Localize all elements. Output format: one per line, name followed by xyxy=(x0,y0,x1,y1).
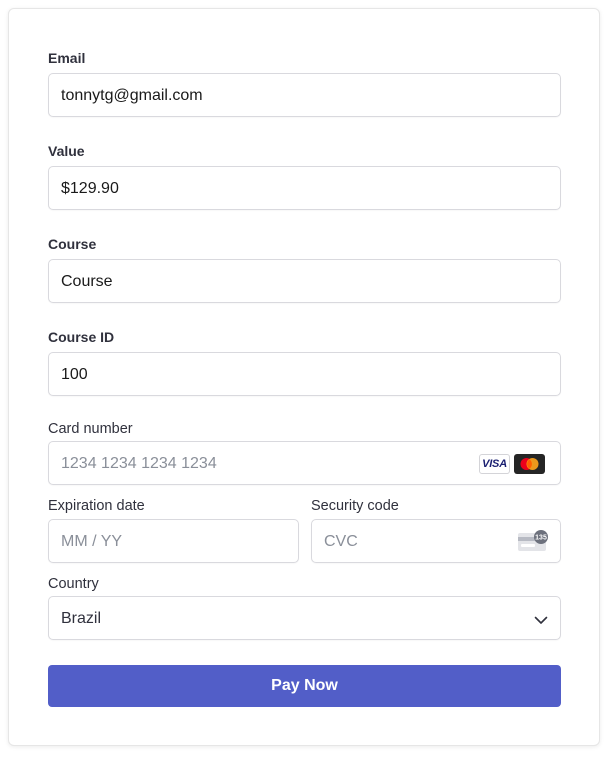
course-id-field[interactable]: 100 xyxy=(48,352,561,396)
course-value: Course xyxy=(61,273,113,290)
chevron-svg xyxy=(534,616,548,624)
email-field[interactable]: tonnytg@gmail.com xyxy=(48,73,561,117)
cvc-card-icon: 135 xyxy=(517,530,549,552)
course-field[interactable]: Course xyxy=(48,259,561,303)
security-code-placeholder: CVC xyxy=(324,533,358,550)
cvc-icon-text: 135 xyxy=(535,535,547,542)
expiration-field[interactable]: MM / YY xyxy=(48,519,299,563)
expiration-label: Expiration date xyxy=(48,498,145,514)
country-select[interactable]: Brazil xyxy=(48,596,561,640)
visa-icon: VISA xyxy=(479,454,510,474)
mastercard-icon xyxy=(514,454,545,474)
card-number-placeholder: 1234 1234 1234 1234 xyxy=(61,455,217,472)
course-id-value: 100 xyxy=(61,366,88,383)
visa-text: VISA xyxy=(482,458,507,470)
value-field[interactable]: $129.90 xyxy=(48,166,561,210)
email-value: tonnytg@gmail.com xyxy=(61,87,203,104)
value-label: Value xyxy=(48,143,85,159)
card-number-label: Card number xyxy=(48,421,133,437)
course-label: Course xyxy=(48,236,97,252)
chevron-down-icon[interactable] xyxy=(534,612,548,624)
cvc-card-svg: 135 xyxy=(518,530,548,551)
country-label: Country xyxy=(48,576,99,592)
pay-now-button[interactable]: Pay Now xyxy=(48,665,561,707)
mastercard-circles xyxy=(520,458,539,470)
value-value: $129.90 xyxy=(61,180,119,197)
course-id-label: Course ID xyxy=(48,329,115,345)
expiration-placeholder: MM / YY xyxy=(61,533,123,550)
security-code-label: Security code xyxy=(311,498,399,514)
country-value: Brazil xyxy=(61,610,102,627)
email-label: Email xyxy=(48,50,86,66)
